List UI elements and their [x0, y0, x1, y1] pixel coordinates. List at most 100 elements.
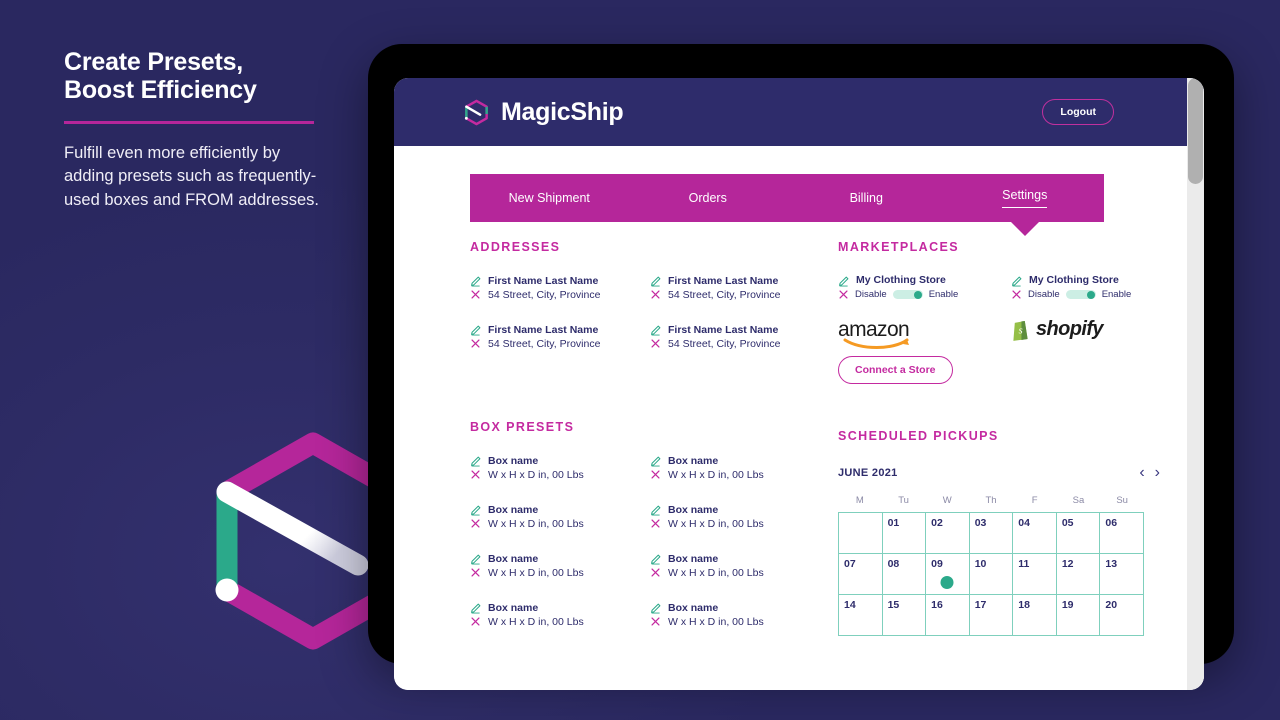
- scrollbar-thumb[interactable]: [1188, 78, 1203, 184]
- box-preset-item[interactable]: Box name W x H x D in, 00 Lbs: [470, 601, 630, 630]
- calendar-cell[interactable]: 19: [1056, 595, 1101, 636]
- nav-tab-billing[interactable]: Billing: [787, 174, 946, 222]
- pencil-icon[interactable]: [470, 603, 481, 614]
- marketplace-store-name: My Clothing Store: [856, 274, 946, 286]
- close-x-icon[interactable]: [650, 567, 661, 578]
- calendar-cell[interactable]: 08: [882, 554, 927, 595]
- box-preset-item[interactable]: Box name W x H x D in, 00 Lbs: [470, 503, 630, 532]
- nav-tab-settings[interactable]: Settings: [946, 174, 1105, 236]
- calendar-cell[interactable]: 17: [969, 595, 1014, 636]
- close-x-icon[interactable]: [470, 616, 481, 627]
- calendar-cell[interactable]: [839, 513, 883, 554]
- app-body: New Shipment Orders Billing Settings ADD…: [394, 146, 1204, 690]
- nav-tab-orders[interactable]: Orders: [629, 174, 788, 222]
- box-preset-detail: W x H x D in, 00 Lbs: [488, 469, 584, 482]
- box-preset-item[interactable]: Box name W x H x D in, 00 Lbs: [470, 552, 630, 581]
- calendar-cell[interactable]: 11: [1013, 554, 1057, 595]
- calendar-cell[interactable]: 07: [839, 554, 883, 595]
- marketplace-enable-toggle[interactable]: [1065, 290, 1096, 299]
- close-x-icon[interactable]: [470, 469, 481, 480]
- pencil-icon[interactable]: [650, 276, 661, 287]
- tablet-device-frame: MagicShip Logout New Shipment Orders Bil…: [368, 44, 1234, 690]
- promo-body: Fulfill even more efficiently by adding …: [64, 144, 319, 209]
- box-preset-item[interactable]: Box name W x H x D in, 00 Lbs: [650, 503, 810, 532]
- calendar-day-number: 15: [887, 599, 900, 611]
- close-x-icon[interactable]: [650, 518, 661, 529]
- calendar-day-number: 05: [1061, 517, 1074, 529]
- box-preset-name: Box name: [488, 454, 539, 467]
- address-detail: 54 Street, City, Province: [488, 338, 601, 351]
- pencil-icon[interactable]: [470, 325, 481, 336]
- promo-title: Create Presets, Boost Efficiency: [64, 48, 334, 104]
- calendar-cell[interactable]: 15: [882, 595, 927, 636]
- calendar-day-number: 09: [931, 558, 943, 570]
- box-preset-actions: [650, 503, 661, 532]
- address-item[interactable]: First Name Last Name 54 Street, City, Pr…: [470, 274, 630, 303]
- pencil-icon[interactable]: [1011, 276, 1022, 287]
- logout-button[interactable]: Logout: [1042, 99, 1114, 125]
- calendar-cell[interactable]: 01: [882, 513, 927, 554]
- nav-tab-label: New Shipment: [508, 191, 590, 205]
- box-preset-item[interactable]: Box name W x H x D in, 00 Lbs: [650, 454, 810, 483]
- box-preset-item[interactable]: Box name W x H x D in, 00 Lbs: [650, 601, 810, 630]
- nav-tab-new-shipment[interactable]: New Shipment: [470, 174, 629, 222]
- close-x-icon[interactable]: [650, 338, 661, 349]
- close-x-icon[interactable]: [650, 616, 661, 627]
- close-x-icon[interactable]: [470, 567, 481, 578]
- address-item-text: First Name Last Name 54 Street, City, Pr…: [488, 323, 600, 352]
- close-x-icon[interactable]: [470, 338, 481, 349]
- pencil-icon[interactable]: [470, 505, 481, 516]
- calendar-cell[interactable]: 14: [839, 595, 883, 636]
- address-item-actions: [470, 323, 481, 352]
- close-x-icon[interactable]: [650, 289, 661, 300]
- calendar-cell[interactable]: 06: [1100, 513, 1144, 554]
- marketplaces-list: My Clothing Store Disable Enable amazon …: [838, 274, 1168, 349]
- box-preset-actions: [470, 601, 481, 630]
- pencil-icon[interactable]: [650, 456, 661, 467]
- calendar-cell[interactable]: 20: [1100, 595, 1144, 636]
- calendar-day-name: Su: [1116, 495, 1128, 506]
- brand-logo[interactable]: MagicShip: [462, 98, 624, 127]
- addresses-list: First Name Last Name 54 Street, City, Pr…: [470, 274, 810, 352]
- chevron-left-icon[interactable]: ‹: [1139, 465, 1144, 481]
- calendar-cell[interactable]: 02: [926, 513, 970, 554]
- close-x-icon[interactable]: [838, 289, 849, 300]
- address-item[interactable]: First Name Last Name 54 Street, City, Pr…: [650, 323, 810, 352]
- chevron-right-icon[interactable]: ›: [1155, 465, 1160, 481]
- calendar-cell[interactable]: 16: [926, 595, 970, 636]
- marketplace-enable-toggle[interactable]: [892, 290, 923, 299]
- calendar-cell[interactable]: 18: [1013, 595, 1057, 636]
- close-x-icon[interactable]: [1011, 289, 1022, 300]
- svg-text:s: s: [1019, 325, 1023, 336]
- calendar-day-names: M Tu W Th F Sa Su: [838, 495, 1144, 506]
- pencil-icon[interactable]: [470, 554, 481, 565]
- close-x-icon[interactable]: [470, 289, 481, 300]
- calendar-cell-with-pickup[interactable]: 09: [926, 554, 970, 595]
- pencil-icon[interactable]: [470, 276, 481, 287]
- calendar-day-number: 16: [931, 599, 943, 611]
- calendar-cell[interactable]: 13: [1100, 554, 1144, 595]
- pencil-icon[interactable]: [650, 603, 661, 614]
- calendar-cell[interactable]: 10: [969, 554, 1014, 595]
- shopify-logo: s shopify: [1011, 316, 1168, 342]
- pencil-icon[interactable]: [650, 505, 661, 516]
- box-preset-item[interactable]: Box name W x H x D in, 00 Lbs: [470, 454, 630, 483]
- calendar-cell[interactable]: 04: [1013, 513, 1057, 554]
- addresses-heading: ADDRESSES: [470, 240, 561, 254]
- pencil-icon[interactable]: [650, 554, 661, 565]
- calendar-cell[interactable]: 12: [1056, 554, 1101, 595]
- address-item[interactable]: First Name Last Name 54 Street, City, Pr…: [470, 323, 630, 352]
- close-x-icon[interactable]: [650, 469, 661, 480]
- box-preset-item[interactable]: Box name W x H x D in, 00 Lbs: [650, 552, 810, 581]
- nav-tab-label: Settings: [1002, 188, 1048, 208]
- calendar-cell[interactable]: 05: [1056, 513, 1101, 554]
- calendar-day-number: 01: [887, 517, 900, 529]
- close-x-icon[interactable]: [470, 518, 481, 529]
- pencil-icon[interactable]: [470, 456, 481, 467]
- pencil-icon[interactable]: [838, 276, 849, 287]
- connect-a-store-button[interactable]: Connect a Store: [838, 356, 953, 384]
- address-item[interactable]: First Name Last Name 54 Street, City, Pr…: [650, 274, 810, 303]
- pencil-icon[interactable]: [650, 325, 661, 336]
- calendar-cell[interactable]: 03: [969, 513, 1014, 554]
- scheduled-pickup-dot-icon: [940, 576, 954, 589]
